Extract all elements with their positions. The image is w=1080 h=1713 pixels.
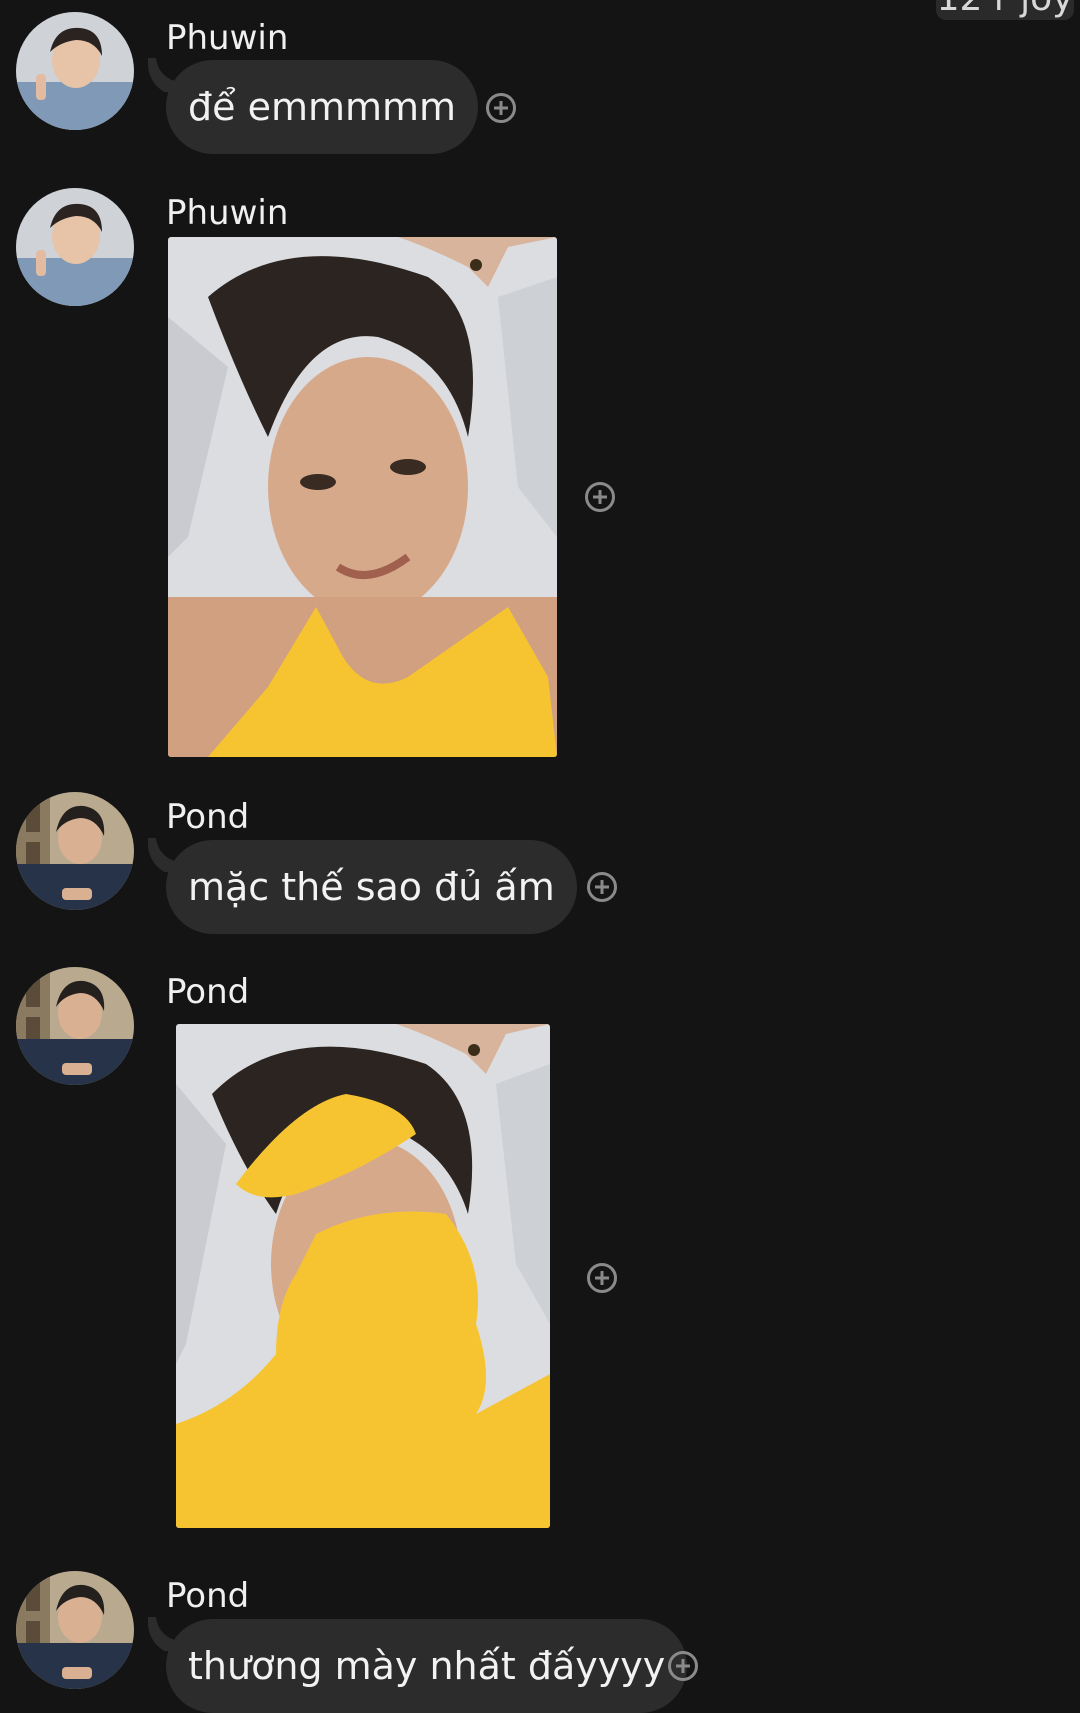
sender-name: Phuwin <box>166 193 289 233</box>
message-bubble[interactable]: để emmmmm <box>166 60 479 154</box>
message-bubble[interactable]: mặc thế sao đủ ấm <box>166 840 577 934</box>
photo-message[interactable] <box>168 237 557 757</box>
add-reaction-icon[interactable] <box>587 1263 617 1293</box>
sender-name: Phuwin <box>166 18 289 58</box>
add-reaction-icon[interactable] <box>585 482 615 512</box>
sender-name: Pond <box>166 972 250 1012</box>
add-reaction-icon[interactable] <box>486 93 516 123</box>
avatar-pond[interactable] <box>16 1571 134 1689</box>
sender-name: Pond <box>166 797 250 837</box>
avatar-phuwin[interactable] <box>16 12 134 130</box>
top-timestamp-badge: 12 r joy <box>936 0 1074 20</box>
add-reaction-icon[interactable] <box>587 872 617 902</box>
add-reaction-icon[interactable] <box>668 1651 698 1681</box>
avatar-phuwin[interactable] <box>16 188 134 306</box>
message-bubble[interactable]: thương mày nhất đấyyyy <box>166 1619 688 1713</box>
avatar-pond[interactable] <box>16 792 134 910</box>
sender-name: Pond <box>166 1576 250 1616</box>
photo-message[interactable] <box>176 1024 550 1528</box>
avatar-pond[interactable] <box>16 967 134 1085</box>
